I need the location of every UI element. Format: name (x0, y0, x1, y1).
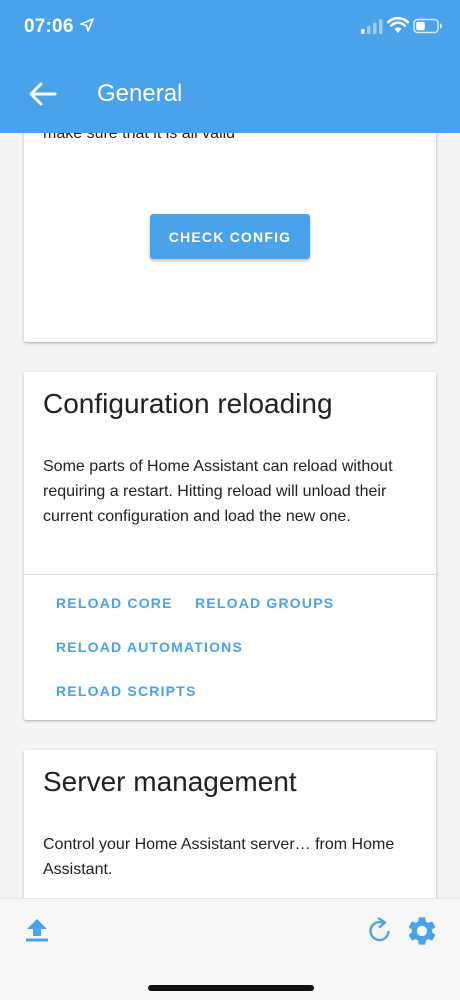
cellular-signal-icon (361, 19, 383, 34)
card-title: Configuration reloading (43, 388, 333, 419)
refresh-icon[interactable] (366, 917, 394, 945)
gear-icon[interactable] (405, 914, 439, 948)
bottom-toolbar (0, 898, 460, 1000)
card-actions-divider (24, 574, 436, 575)
config-check-card: make sure that it is all valid CHECK CON… (24, 133, 436, 342)
server-management-card: Server management Control your Home Assi… (24, 750, 436, 898)
card-description: Control your Home Assistant server… from… (43, 836, 395, 878)
card-title: Server management (43, 766, 297, 797)
back-arrow-icon[interactable] (28, 80, 58, 108)
location-arrow-icon (80, 18, 94, 32)
reload-scripts-button[interactable]: RELOAD SCRIPTS (56, 682, 196, 700)
check-config-button[interactable]: CHECK CONFIG (150, 214, 310, 259)
status-bar: 07:06 (0, 0, 460, 56)
content-scroll-area[interactable]: make sure that it is all valid CHECK CON… (0, 133, 460, 898)
wifi-icon (387, 16, 409, 33)
status-time: 07:06 (24, 16, 74, 37)
reload-core-button[interactable]: RELOAD CORE (56, 594, 173, 612)
app-header: 07:06 General (0, 0, 460, 133)
page-title: General (97, 80, 183, 107)
reload-groups-button[interactable]: RELOAD GROUPS (195, 594, 334, 612)
config-check-description: make sure that it is all valid (43, 133, 236, 142)
home-indicator[interactable] (148, 985, 314, 991)
card-description: Some parts of Home Assistant can reload … (43, 458, 393, 525)
battery-icon (413, 18, 442, 34)
configuration-reloading-card: Configuration reloading Some parts of Ho… (24, 372, 436, 720)
reload-automations-button[interactable]: RELOAD AUTOMATIONS (56, 638, 243, 656)
upload-icon[interactable] (24, 917, 50, 943)
